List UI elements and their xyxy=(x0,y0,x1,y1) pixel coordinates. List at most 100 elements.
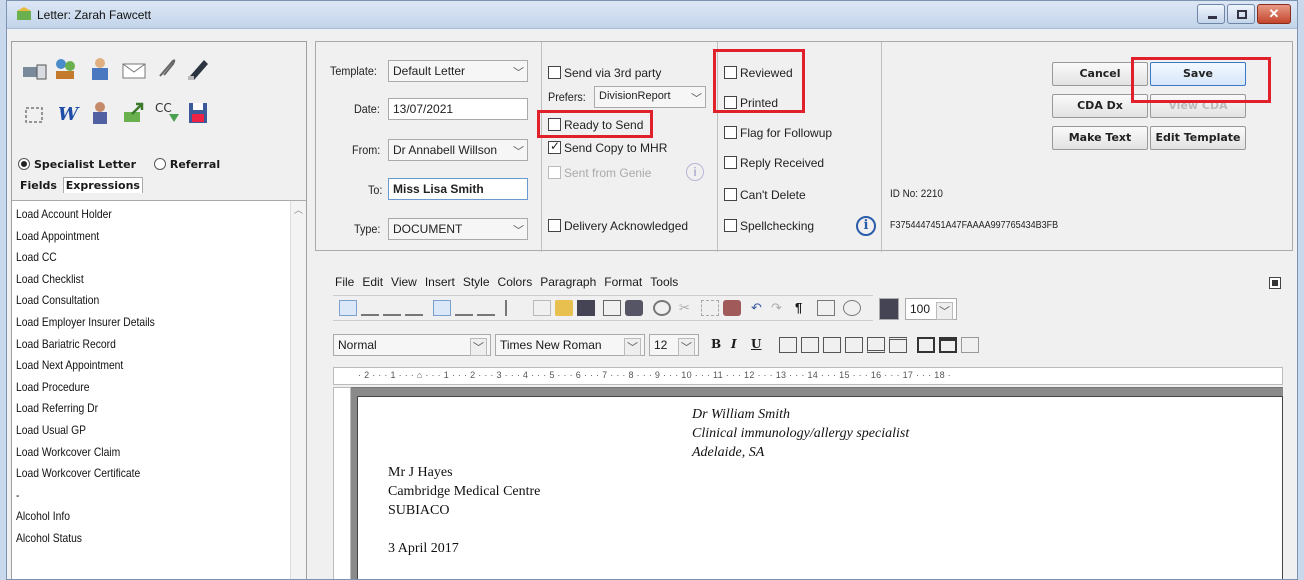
date-input[interactable]: 13/07/2021 xyxy=(388,98,528,120)
size-select[interactable]: 12 ﹀ xyxy=(649,334,699,356)
flag-followup-box[interactable] xyxy=(724,126,737,139)
border-top-icon[interactable] xyxy=(845,337,863,353)
radio-specialist-letter-dot[interactable] xyxy=(18,158,30,170)
send-3rd-party-checkbox[interactable]: Send via 3rd party xyxy=(548,66,661,80)
spacing-wide-icon[interactable] xyxy=(477,300,495,316)
save-disk-icon[interactable] xyxy=(184,100,212,126)
save-file-icon[interactable] xyxy=(577,300,595,316)
expression-item[interactable]: Load Consultation xyxy=(16,293,99,307)
to-input[interactable]: Miss Lisa Smith xyxy=(388,178,528,200)
expression-item[interactable]: Load Workcover Claim xyxy=(16,445,120,459)
maximize-button[interactable] xyxy=(1227,4,1255,24)
menu-format[interactable]: Format xyxy=(604,275,642,289)
list-icon[interactable] xyxy=(505,300,523,316)
delivery-acknowledged-box[interactable] xyxy=(548,219,561,232)
font-select[interactable]: Times New Roman ﹀ xyxy=(495,334,645,356)
envelope-icon[interactable] xyxy=(120,58,148,84)
fullscreen-icon[interactable] xyxy=(20,102,48,128)
minimize-button[interactable] xyxy=(1197,4,1225,24)
expression-item[interactable]: Load Account Holder xyxy=(16,207,112,221)
menu-paragraph[interactable]: Paragraph xyxy=(540,275,596,289)
redo-icon[interactable]: ↷ xyxy=(771,300,789,316)
border-heavy-icon[interactable] xyxy=(939,337,957,353)
undo-icon[interactable]: ↶ xyxy=(751,300,769,316)
person-icon[interactable] xyxy=(86,100,114,126)
cut-icon[interactable]: ✂ xyxy=(679,300,697,316)
spacing-single-icon[interactable] xyxy=(433,300,451,316)
align-center-icon[interactable] xyxy=(361,300,379,316)
find-icon[interactable] xyxy=(653,300,671,316)
spellchecking-box[interactable] xyxy=(724,219,737,232)
border-bottom-icon[interactable] xyxy=(867,337,885,353)
open-folder-icon[interactable] xyxy=(555,300,573,316)
edit-template-button[interactable]: Edit Template xyxy=(1150,126,1246,150)
menu-insert[interactable]: Insert xyxy=(425,275,455,289)
attachment-icon[interactable] xyxy=(152,56,180,82)
expression-item[interactable]: Alcohol Info xyxy=(16,509,70,523)
table-icon[interactable] xyxy=(817,300,835,316)
print-preview-icon[interactable] xyxy=(603,300,621,316)
type-select[interactable]: DOCUMENT ﹀ xyxy=(388,218,528,240)
letter-page[interactable]: Dr William Smith Clinical immunology/all… xyxy=(357,396,1283,579)
expression-item[interactable]: Load Workcover Certificate xyxy=(16,466,140,480)
send-3rd-party-box[interactable] xyxy=(548,66,561,79)
style-select[interactable]: Normal ﹀ xyxy=(333,334,491,356)
contacts-icon[interactable] xyxy=(52,56,80,82)
paste-icon[interactable] xyxy=(723,300,741,316)
justify-icon[interactable] xyxy=(405,300,423,316)
flag-followup-checkbox[interactable]: Flag for Followup xyxy=(724,126,832,140)
template-select[interactable]: Default Letter ﹀ xyxy=(388,60,528,82)
prefers-select[interactable]: DivisionReport ﹀ xyxy=(594,86,706,108)
delivery-acknowledged-checkbox[interactable]: Delivery Acknowledged xyxy=(548,219,688,233)
radio-referral[interactable]: Referral xyxy=(153,158,220,171)
tab-expressions[interactable]: Expressions xyxy=(62,177,143,193)
expression-item[interactable]: Load Procedure xyxy=(16,380,89,394)
expression-item[interactable]: Load CC xyxy=(16,250,57,264)
menu-tools[interactable]: Tools xyxy=(650,275,678,289)
expressions-scrollbar[interactable]: ︿ xyxy=(290,201,306,579)
tab-fields[interactable]: Fields xyxy=(18,178,59,193)
expression-item[interactable]: Load Bariatric Record xyxy=(16,337,116,351)
close-button[interactable]: ✕ xyxy=(1257,4,1291,24)
print-icon[interactable] xyxy=(625,300,643,316)
info-icon[interactable]: i xyxy=(856,216,876,236)
expression-item[interactable]: Load Usual GP xyxy=(16,423,86,437)
clock-icon[interactable] xyxy=(843,300,861,316)
expression-item[interactable]: - xyxy=(16,488,19,502)
border-left-icon[interactable] xyxy=(801,337,819,353)
align-left-icon[interactable] xyxy=(339,300,357,316)
tools-icon[interactable] xyxy=(20,58,48,84)
menu-edit[interactable]: Edit xyxy=(362,275,383,289)
cc-icon[interactable]: CC xyxy=(152,98,180,124)
horizontal-ruler[interactable]: · 2 · · · 1 · · · ⌂ · · · 1 · · · 2 · · … xyxy=(333,367,1283,385)
underline-icon[interactable]: U xyxy=(751,337,769,353)
zoom-select[interactable]: 100 ﹀ xyxy=(905,298,957,320)
radio-referral-dot[interactable] xyxy=(153,158,166,170)
send-copy-mhr-checkbox[interactable]: Send Copy to MHR xyxy=(548,139,667,155)
border-middle-icon[interactable] xyxy=(889,337,907,353)
menu-view[interactable]: View xyxy=(391,275,417,289)
spacing-double-icon[interactable] xyxy=(455,300,473,316)
expression-item[interactable]: Load Next Appointment xyxy=(16,358,123,372)
expression-item[interactable]: Load Employer Insurer Details xyxy=(16,315,155,329)
reply-received-box[interactable] xyxy=(724,156,737,169)
scroll-up-icon[interactable]: ︿ xyxy=(294,203,303,216)
cant-delete-box[interactable] xyxy=(724,188,737,201)
expression-item[interactable]: Load Checklist xyxy=(16,272,84,286)
page-view-icon[interactable] xyxy=(879,298,899,320)
pilcrow-icon[interactable]: ¶ xyxy=(795,300,813,316)
expression-item[interactable]: Alcohol Status xyxy=(16,531,82,545)
restore-icon[interactable] xyxy=(1269,277,1281,289)
radio-specialist-letter[interactable]: Specialist Letter xyxy=(18,158,136,171)
reply-received-checkbox[interactable]: Reply Received xyxy=(724,156,824,170)
align-right-icon[interactable] xyxy=(383,300,401,316)
border-clear-icon[interactable] xyxy=(961,337,979,353)
cant-delete-checkbox[interactable]: Can't Delete xyxy=(724,188,806,202)
copy-icon[interactable] xyxy=(701,300,719,316)
menu-file[interactable]: File xyxy=(335,275,354,289)
make-text-button[interactable]: Make Text xyxy=(1052,126,1148,150)
menu-style[interactable]: Style xyxy=(463,275,490,289)
italic-icon[interactable]: I xyxy=(731,337,749,353)
border-right-icon[interactable] xyxy=(823,337,841,353)
expression-item[interactable]: Load Appointment xyxy=(16,229,99,243)
